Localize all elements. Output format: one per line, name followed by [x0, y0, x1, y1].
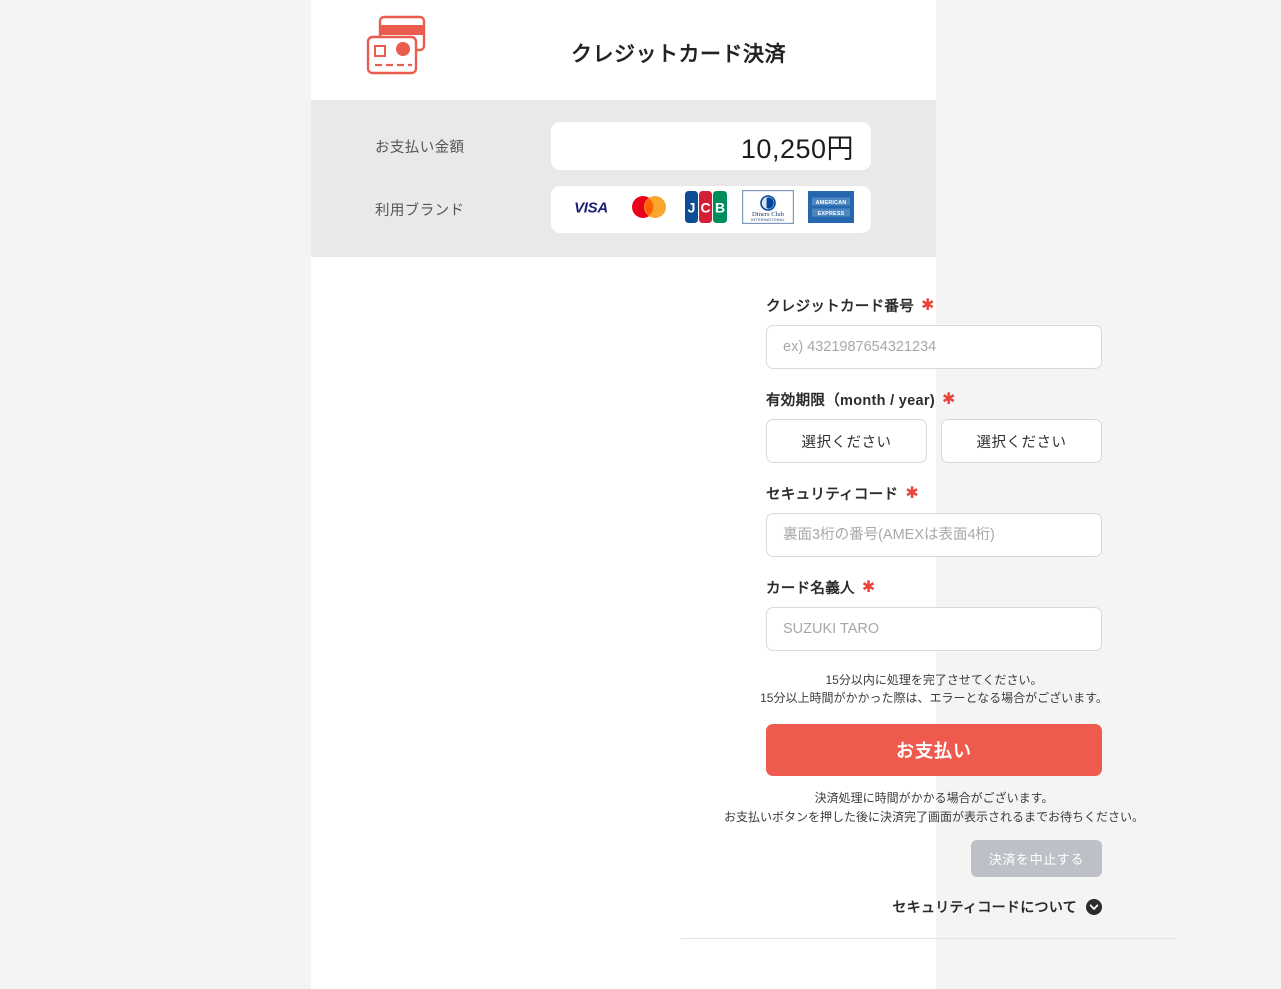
- svg-text:C: C: [700, 200, 710, 216]
- security-code-input[interactable]: [766, 513, 1102, 557]
- svg-text:B: B: [715, 200, 725, 216]
- svg-text:AMERICAN: AMERICAN: [816, 200, 847, 206]
- card-number-label: クレジットカード番号 ✱: [766, 295, 1102, 316]
- svg-text:EXPRESS: EXPRESS: [818, 211, 845, 217]
- cancel-row: 決済を中止する: [766, 840, 1102, 878]
- expiry-month-select[interactable]: 選択ください: [766, 419, 927, 463]
- svg-text:J: J: [688, 200, 696, 216]
- amount-row: お支払い金額 10,250円: [311, 122, 936, 170]
- svg-text:INTERNATIONAL: INTERNATIONAL: [751, 218, 785, 222]
- required-marker: ✱: [905, 484, 920, 502]
- expiry-selects: 選択ください 選択ください: [766, 419, 1102, 463]
- card-holder-input[interactable]: [766, 607, 1102, 651]
- processing-notice-line1: 決済処理に時間がかかる場合がございます。: [814, 791, 1054, 805]
- card-holder-field-block: カード名義人 ✱: [766, 577, 1102, 651]
- page-header: クレジットカード決済: [311, 0, 936, 100]
- american-express-logo-icon: AMERICAN EXPRESS: [808, 191, 854, 228]
- cancel-payment-button[interactable]: 決済を中止する: [970, 840, 1102, 878]
- diners-club-logo-icon: Diners Club INTERNATIONAL: [742, 190, 794, 229]
- brands-row: 利用ブランド VISA J C B Diners Club INTERNATIO…: [311, 186, 936, 233]
- amount-value-box: 10,250円: [551, 122, 871, 170]
- processing-notice-line2: お支払いボタンを押した後に決済完了画面が表示されるまでお待ちください。: [723, 809, 1144, 824]
- payment-card-panel: クレジットカード決済 お支払い金額 10,250円 利用ブランド VISA J …: [311, 0, 1177, 989]
- time-limit-notice-line1: 15分以内に処理を完了させてください。: [825, 673, 1043, 687]
- amount-label: お支払い金額: [375, 139, 465, 156]
- chevron-down-icon: [1086, 899, 1102, 916]
- expiry-label-text: 有効期限（month / year): [766, 393, 935, 409]
- security-code-field-block: セキュリティコード ✱: [766, 483, 1102, 557]
- card-holder-label: カード名義人 ✱: [766, 577, 1102, 598]
- security-code-label-text: セキュリティコード: [766, 487, 899, 503]
- pay-button[interactable]: お支払い: [766, 724, 1102, 776]
- card-number-input[interactable]: [766, 325, 1102, 369]
- bottom-divider: [681, 938, 1177, 940]
- expiry-year-select[interactable]: 選択ください: [941, 419, 1102, 463]
- card-number-label-text: クレジットカード番号: [766, 299, 914, 315]
- processing-notice: 決済処理に時間がかかる場合がございます。 お支払いボタンを押した後に決済完了画面…: [714, 789, 1154, 826]
- time-limit-notice-line2: 15分以上時間がかかった際は、エラーとなる場合がございます。: [760, 691, 1108, 705]
- required-marker: ✱: [941, 390, 956, 408]
- security-code-label: セキュリティコード ✱: [766, 483, 1102, 504]
- page-title: クレジットカード決済: [571, 43, 786, 66]
- security-code-info-toggle[interactable]: セキュリティコードについて: [766, 897, 1102, 917]
- time-limit-notice: 15分以内に処理を完了させてください。 15分以上時間がかかった際は、エラーとな…: [734, 671, 1134, 707]
- expiry-label: 有効期限（month / year) ✱: [766, 389, 1102, 410]
- card-number-field-block: クレジットカード番号 ✱: [766, 295, 1102, 369]
- brands-label: 利用ブランド: [375, 203, 465, 219]
- payment-form: クレジットカード番号 ✱ 有効期限（month / year) ✱ 選択ください…: [311, 257, 1177, 940]
- jcb-logo-icon: J C B: [684, 190, 728, 229]
- required-marker: ✱: [921, 296, 935, 314]
- card-holder-label-text: カード名義人: [766, 581, 855, 597]
- required-marker: ✱: [861, 578, 876, 596]
- visa-logo-icon: VISA: [568, 198, 614, 221]
- svg-text:Diners Club: Diners Club: [752, 211, 785, 218]
- security-code-info-label: セキュリティコードについて: [892, 899, 1077, 916]
- payment-summary: お支払い金額 10,250円 利用ブランド VISA J C B Diners …: [311, 100, 936, 257]
- expiry-field-block: 有効期限（month / year) ✱ 選択ください 選択ください: [766, 389, 1102, 463]
- mastercard-logo-icon: [628, 194, 670, 225]
- payment-page: クレジットカード決済 お支払い金額 10,250円 利用ブランド VISA J …: [0, 0, 1281, 989]
- svg-text:VISA: VISA: [574, 200, 608, 217]
- brands-value-box: VISA J C B Diners Club INTERNATIONAL AME…: [551, 186, 871, 233]
- amount-value: 10,250円: [740, 133, 854, 164]
